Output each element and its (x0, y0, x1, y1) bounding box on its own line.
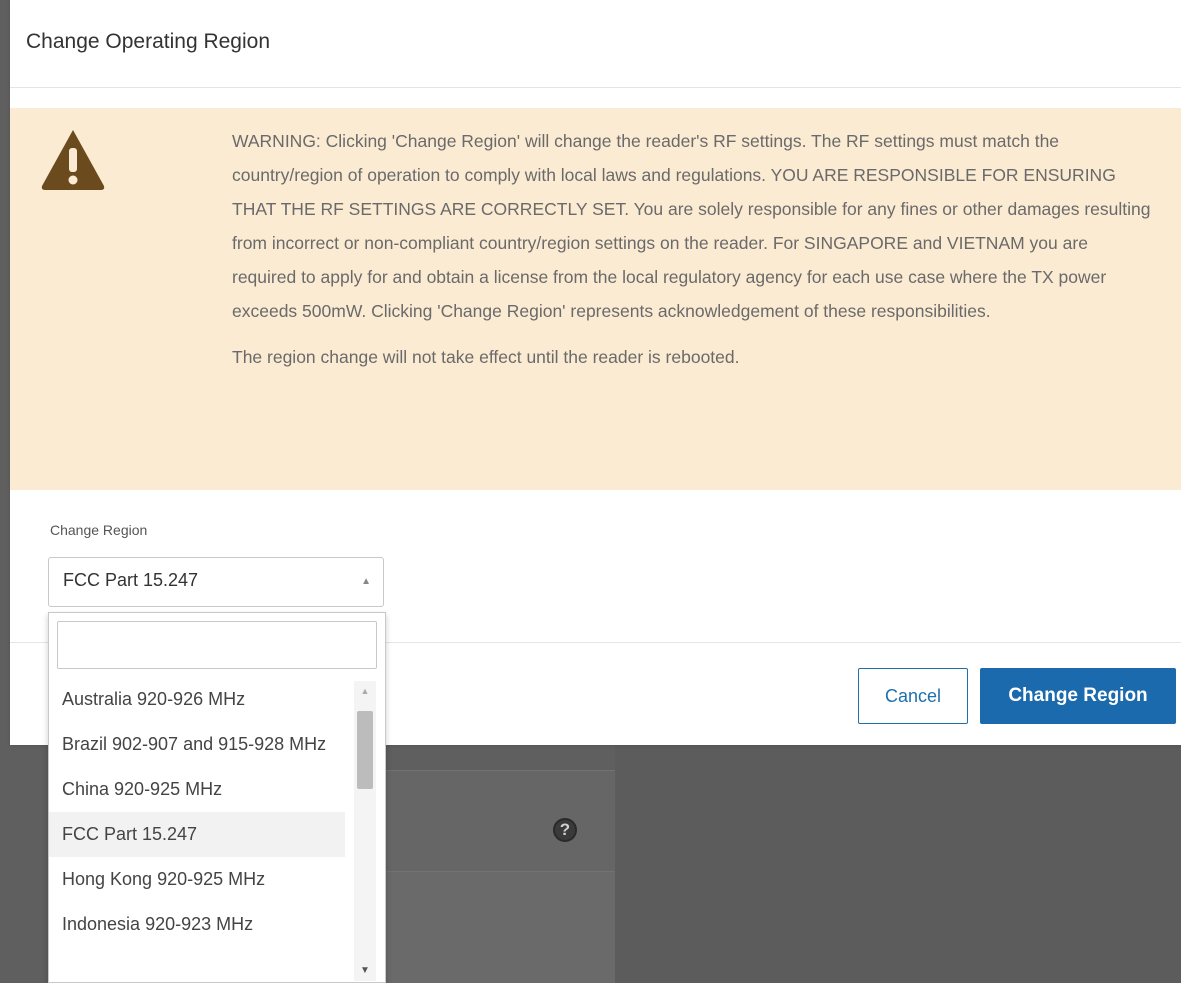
dialog-header: Change Operating Region (10, 0, 1181, 88)
region-select[interactable]: FCC Part 15.247 ▲ (48, 557, 384, 607)
region-search-input[interactable] (57, 621, 377, 669)
warning-message: WARNING: Clicking 'Change Region' will c… (232, 124, 1152, 374)
warning-alert: WARNING: Clicking 'Change Region' will c… (10, 108, 1181, 490)
dialog-title: Change Operating Region (26, 30, 271, 53)
region-dropdown: Australia 920-926 MHz Brazil 902-907 and… (48, 612, 386, 983)
region-select-value: FCC Part 15.247 (63, 570, 199, 590)
region-option-selected[interactable]: FCC Part 15.247 (49, 812, 345, 857)
warning-text: WARNING: Clicking 'Change Region' will c… (232, 131, 1151, 321)
scroll-up-icon[interactable]: ▲ (354, 681, 376, 701)
region-option[interactable]: Brazil 902-907 and 915-928 MHz (49, 722, 345, 767)
scroll-thumb[interactable] (357, 711, 373, 789)
cancel-button[interactable]: Cancel (858, 668, 968, 724)
reboot-note: The region change will not take effect u… (232, 347, 740, 367)
region-options-list: Australia 920-926 MHz Brazil 902-907 and… (49, 677, 349, 983)
region-option[interactable]: Indonesia 920-923 MHz (49, 902, 345, 947)
page: ? Change Operating Region WARNING: Click… (0, 0, 1181, 983)
region-option[interactable]: Australia 920-926 MHz (49, 677, 345, 722)
change-region-button[interactable]: Change Region (980, 668, 1176, 724)
region-option[interactable]: China 920-925 MHz (49, 767, 345, 812)
region-select-label: Change Region (50, 522, 148, 538)
backdrop-panel-header: ? (385, 771, 615, 872)
backdrop-panel: ? (385, 770, 615, 983)
caret-up-icon: ▲ (361, 576, 371, 587)
scroll-down-icon[interactable]: ▼ (354, 961, 376, 981)
backdrop-area (615, 745, 1181, 983)
help-icon[interactable]: ? (553, 818, 577, 842)
region-option[interactable]: Hong Kong 920-925 MHz (49, 857, 345, 902)
warning-triangle-icon (38, 124, 108, 194)
dropdown-scrollbar[interactable]: ▲ ▼ (354, 681, 376, 981)
